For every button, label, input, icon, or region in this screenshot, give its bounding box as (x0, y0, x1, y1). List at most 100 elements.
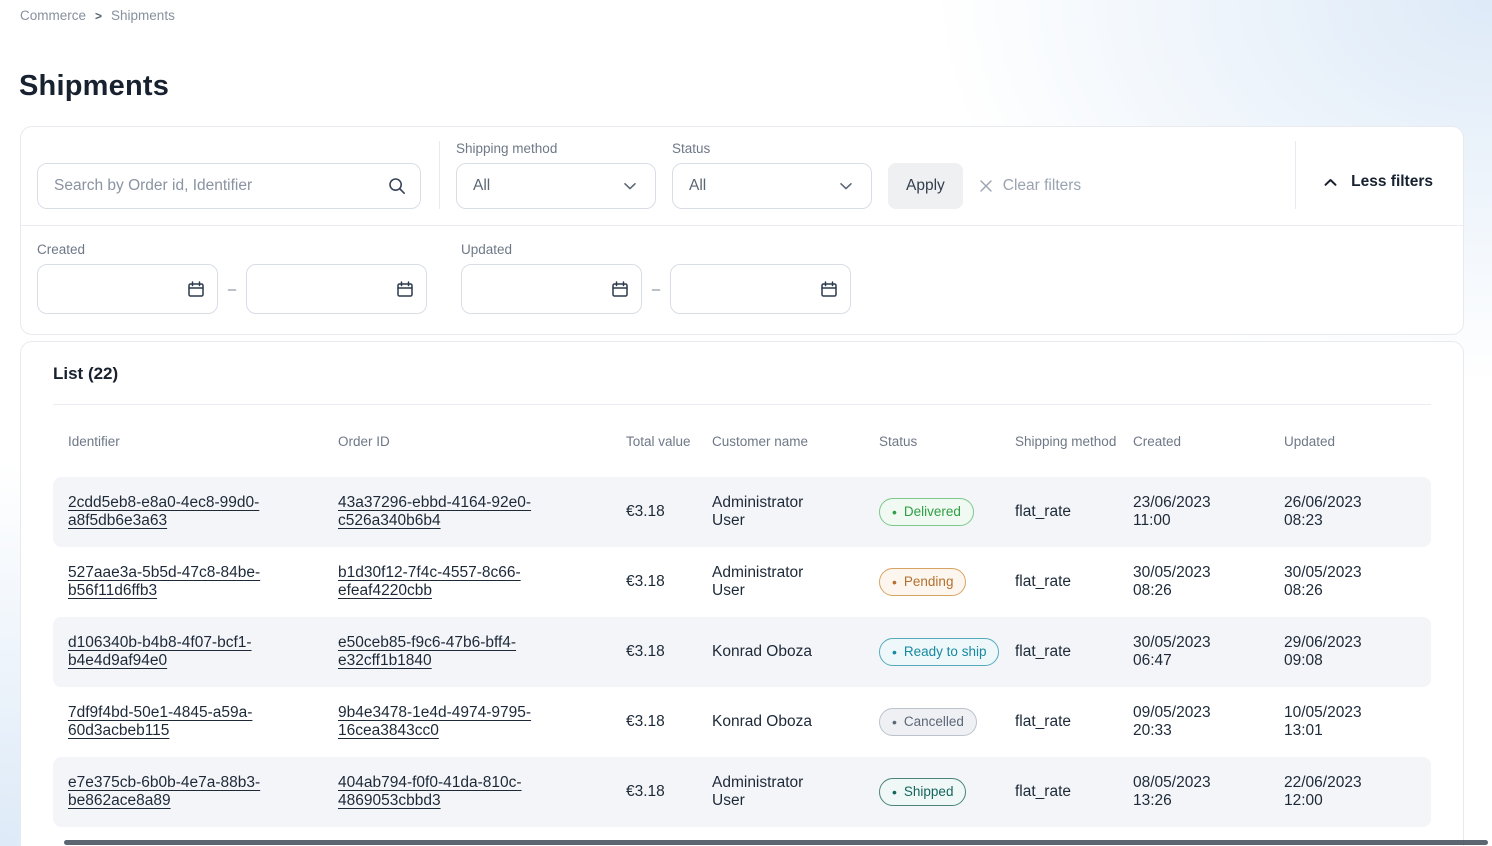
created-date: 09/05/2023 20:33 (1133, 704, 1284, 740)
column-header-updated: Updated (1284, 434, 1418, 449)
page-title: Shipments (19, 69, 1492, 103)
created-date: 23/06/2023 11:00 (1133, 494, 1284, 530)
calendar-icon[interactable] (186, 279, 206, 299)
shipping-method: flat_rate (1015, 573, 1133, 591)
status-badge: • Cancelled (879, 708, 977, 736)
updated-date: 30/05/2023 08:26 (1284, 564, 1418, 600)
breadcrumb-shipments: Shipments (111, 8, 175, 23)
shipping-method: flat_rate (1015, 503, 1133, 521)
status-badge-label: Ready to ship (904, 644, 987, 659)
total-value: €3.18 (626, 713, 712, 731)
identifier-link[interactable]: 527aae3a-5b5d-47c8-84be-b56f11d6ffb3 (68, 564, 260, 599)
updated-from-field (461, 264, 642, 314)
status-badge-label: Delivered (904, 504, 961, 519)
status-dot-icon: • (892, 715, 897, 729)
calendar-icon[interactable] (395, 279, 415, 299)
status-dot-icon: • (892, 505, 897, 519)
shipping-method: flat_rate (1015, 713, 1133, 731)
shipments-page: Commerce > Shipments Shipments Shipping … (0, 0, 1492, 846)
calendar-icon[interactable] (819, 279, 839, 299)
order-id-link[interactable]: 9b4e3478-1e4d-4974-9795-16cea3843cc0 (338, 704, 531, 739)
shipping-method: flat_rate (1015, 783, 1133, 801)
column-header-shipping-method: Shipping method (1015, 434, 1133, 449)
column-header-order-id: Order ID (338, 434, 626, 449)
horizontal-scrollbar-thumb[interactable] (64, 840, 1488, 845)
created-date: 30/05/2023 08:26 (1133, 564, 1284, 600)
column-header-total-value: Total value (626, 434, 712, 449)
chevron-down-icon (837, 177, 855, 195)
filters-row-dates: Created – (21, 226, 1463, 334)
status-badge-label: Cancelled (904, 714, 964, 729)
status-filter: Status All (672, 141, 872, 209)
status-dot-icon: • (892, 785, 897, 799)
status-badge-label: Shipped (904, 784, 954, 799)
updated-date: 22/06/2023 12:00 (1284, 774, 1418, 810)
divider-vertical (439, 141, 440, 209)
search-input[interactable] (37, 163, 421, 209)
clear-x-icon (977, 177, 995, 195)
status-value: All (689, 177, 706, 195)
shipping-method: flat_rate (1015, 643, 1133, 661)
table-row: e7e375cb-6b0b-4e7a-88b3-be862ace8a89 404… (53, 757, 1431, 827)
status-dot-icon: • (892, 645, 897, 659)
created-to-field (246, 264, 427, 314)
identifier-link[interactable]: d106340b-b4b8-4f07-bcf1-b4e4d9af94e0 (68, 634, 252, 669)
calendar-icon[interactable] (610, 279, 630, 299)
status-badge: • Pending (879, 568, 966, 596)
status-select[interactable]: All (672, 163, 872, 209)
table-row: 2cdd5eb8-e8a0-4ec8-99d0-a8f5db6e3a63 43a… (53, 477, 1431, 547)
table-row: 527aae3a-5b5d-47c8-84be-b56f11d6ffb3 b1d… (53, 547, 1431, 617)
status-label: Status (672, 141, 872, 156)
breadcrumb-commerce[interactable]: Commerce (20, 8, 86, 23)
customer-name: Konrad Oboza (712, 713, 879, 731)
updated-to-field (670, 264, 851, 314)
column-header-identifier: Identifier (53, 434, 338, 449)
chevron-up-icon (1321, 173, 1340, 192)
filters-row-main: Shipping method All Status All (21, 127, 1463, 225)
table-row: 7df9f4bd-50e1-4845-a59a-60d3acbeb115 9b4… (53, 687, 1431, 757)
search-icon (387, 176, 407, 196)
created-label: Created (37, 242, 427, 257)
breadcrumb: Commerce > Shipments (0, 0, 1492, 23)
identifier-link[interactable]: 2cdd5eb8-e8a0-4ec8-99d0-a8f5db6e3a63 (68, 494, 259, 529)
customer-name: Administrator User (712, 494, 879, 530)
status-dot-icon: • (892, 575, 897, 589)
created-date: 08/05/2023 13:26 (1133, 774, 1284, 810)
identifier-link[interactable]: 7df9f4bd-50e1-4845-a59a-60d3acbeb115 (68, 704, 252, 739)
total-value: €3.18 (626, 573, 712, 591)
clear-filters-button[interactable]: Clear filters (977, 163, 1081, 209)
order-id-link[interactable]: 43a37296-ebbd-4164-92e0-c526a340b6b4 (338, 494, 531, 529)
order-id-link[interactable]: b1d30f12-7f4c-4557-8c66-efeaf4220cbb (338, 564, 521, 599)
status-badge: • Delivered (879, 498, 974, 526)
updated-date: 29/06/2023 09:08 (1284, 634, 1418, 670)
apply-button[interactable]: Apply (888, 163, 963, 209)
less-filters-toggle[interactable]: Less filters (1321, 173, 1433, 192)
updated-label: Updated (461, 242, 851, 257)
search-field (37, 163, 421, 209)
shipments-list-panel: List (22) Identifier Order ID Total valu… (20, 341, 1464, 846)
order-id-link[interactable]: e50ceb85-f9c6-47b6-bff4-e32cff1b1840 (338, 634, 516, 669)
column-header-created: Created (1133, 434, 1284, 449)
total-value: €3.18 (626, 503, 712, 521)
customer-name: Administrator User (712, 774, 879, 810)
customer-name: Konrad Oboza (712, 643, 879, 661)
order-id-link[interactable]: 404ab794-f0f0-41da-810c-4869053cbbd3 (338, 774, 522, 809)
shipping-method-select[interactable]: All (456, 163, 656, 209)
column-header-status: Status (879, 434, 1015, 449)
status-badge-label: Pending (904, 574, 954, 589)
divider-vertical (1295, 141, 1296, 209)
table-row: d106340b-b4b8-4f07-bcf1-b4e4d9af94e0 e50… (53, 617, 1431, 687)
customer-name: Administrator User (712, 564, 879, 600)
created-date-filter: Created – (37, 242, 427, 314)
total-value: €3.18 (626, 643, 712, 661)
updated-date: 26/06/2023 08:23 (1284, 494, 1418, 530)
created-date: 30/05/2023 06:47 (1133, 634, 1284, 670)
chevron-down-icon (621, 177, 639, 195)
identifier-link[interactable]: e7e375cb-6b0b-4e7a-88b3-be862ace8a89 (68, 774, 260, 809)
status-badge: • Shipped (879, 778, 966, 806)
column-header-customer-name: Customer name (712, 434, 879, 449)
shipping-method-label: Shipping method (456, 141, 656, 156)
date-range-separator: – (642, 281, 670, 298)
list-title: List (22) (53, 364, 1431, 384)
table-header-row: Identifier Order ID Total value Customer… (53, 405, 1431, 477)
